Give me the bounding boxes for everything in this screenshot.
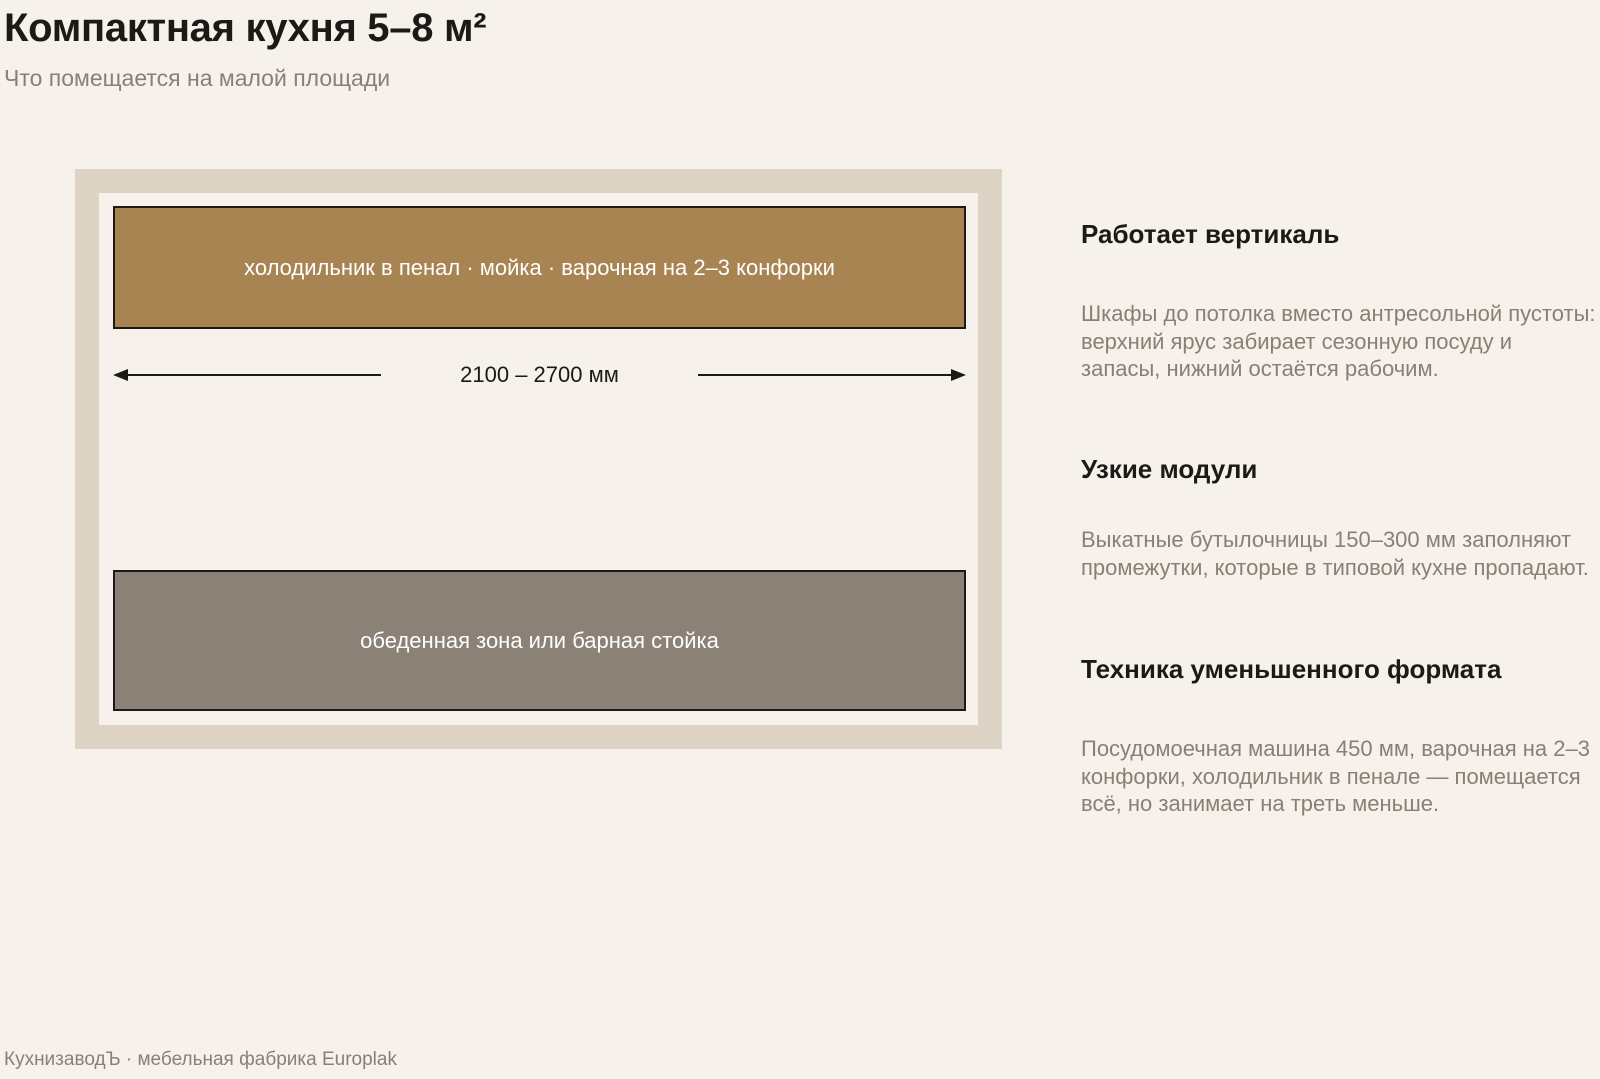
tip-title-vertical: Работает вертикаль <box>1081 219 1340 249</box>
dimension-line: 2100 – 2700 мм <box>113 355 966 395</box>
kitchen-plan-floor: холодильник в пенал · мойка · варочная н… <box>99 193 978 725</box>
page-title: Компактная кухня 5–8 м² <box>4 6 487 50</box>
tip-title-narrow-modules: Узкие модули <box>1081 454 1258 484</box>
dining-zone-label: обеденная зона или барная стойка <box>360 627 719 653</box>
dining-zone: обеденная зона или барная стойка <box>113 570 966 711</box>
tip-title-compact-appliances: Техника уменьшенного формата <box>1081 654 1502 684</box>
tip-text-narrow-modules: Выкатные бутылочницы 150–300 мм заполняю… <box>1081 527 1589 580</box>
work-zone-label: холодильник в пенал · мойка · варочная н… <box>244 254 835 280</box>
tip-text-vertical: Шкафы до потолка вместо антресольной пус… <box>1081 301 1596 381</box>
kitchen-plan-frame: холодильник в пенал · мойка · варочная н… <box>75 169 1002 749</box>
page-subtitle: Что помещается на малой площади <box>4 65 391 91</box>
work-zone: холодильник в пенал · мойка · варочная н… <box>113 206 966 329</box>
dimension-label: 2100 – 2700 мм <box>460 362 619 387</box>
footer-credit: КухнизаводЪ · мебельная фабрика Europlak <box>4 1049 397 1070</box>
tip-text-compact-appliances: Посудомоечная машина 450 мм, варочная на… <box>1081 736 1590 816</box>
